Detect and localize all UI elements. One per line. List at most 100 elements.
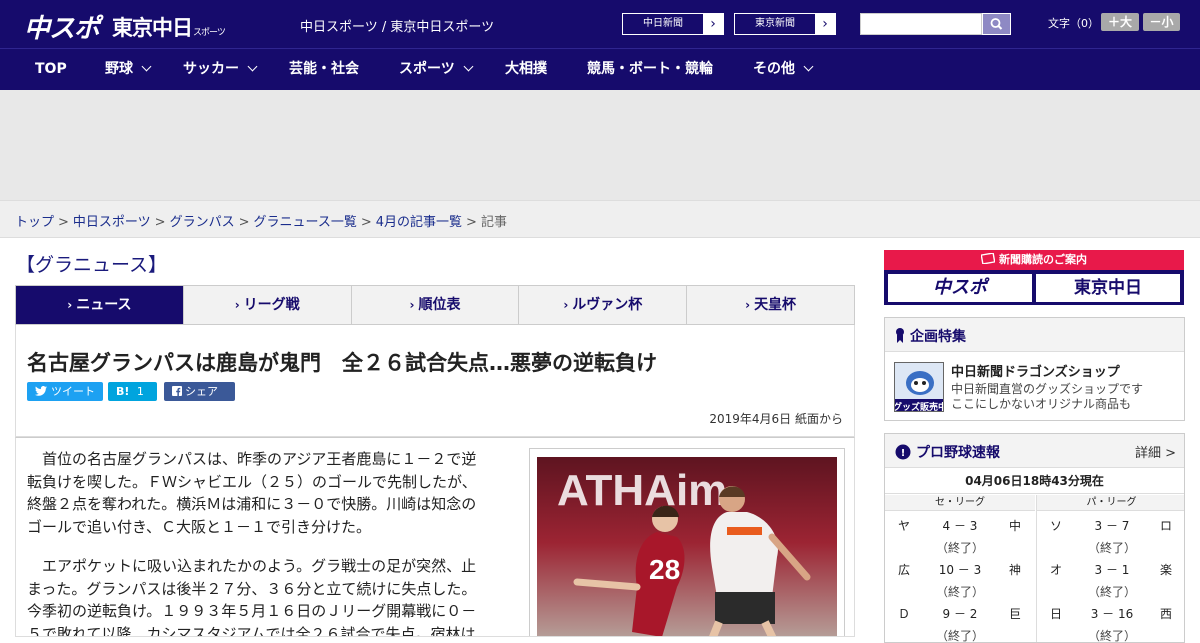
article-photo[interactable]: ATHAim 28: [537, 457, 837, 636]
scores-heading: ! プロ野球速報 詳細 >: [885, 434, 1184, 468]
breadcrumb-grampus[interactable]: グランパス: [170, 215, 235, 230]
baseball-scores: ! プロ野球速報 詳細 > 04月06日18時43分現在 セ・リーグ パ・リーグ …: [884, 433, 1185, 643]
breadcrumb-separator: >: [466, 215, 477, 230]
nav-top[interactable]: TOP: [35, 49, 67, 91]
paragraph-line: ゴールで追い付き、Ｃ大阪と１－１で引き分けた。: [27, 517, 371, 536]
nav-other[interactable]: その他: [753, 49, 814, 91]
away-team: 神: [1008, 563, 1021, 577]
newspaper-icon: [980, 252, 996, 265]
nav-sports[interactable]: スポーツ: [399, 49, 474, 91]
nav-racing[interactable]: 競馬・ボート・競輪: [587, 49, 713, 91]
away-team: 巨: [1008, 607, 1021, 621]
tab-news[interactable]: › ニュース: [16, 286, 184, 324]
feature-title[interactable]: 中日新聞ドラゴンズショップ: [951, 361, 1120, 380]
search-input[interactable]: [860, 13, 982, 35]
breadcrumb-separator: >: [238, 215, 250, 230]
game-status: （終了）: [1087, 629, 1136, 643]
chevron-right-icon: ›: [67, 298, 73, 312]
svg-text:!: !: [901, 448, 906, 459]
main-nav: TOP 野球 サッカー 芸能・社会 スポーツ 大相撲 競馬・ボート・競輪 その他: [0, 48, 1200, 90]
tokyo-shimbun-link[interactable]: 東京新聞 ›: [734, 13, 836, 35]
chunichi-shimbun-link[interactable]: 中日新聞 ›: [622, 13, 724, 35]
subscribe-tokyo-chunichi[interactable]: 東京中日: [1036, 274, 1180, 302]
shop-badge-text: グッズ販売中: [895, 401, 944, 412]
site-title[interactable]: 中日スポーツ / 東京中日スポーツ: [300, 16, 494, 35]
facebook-icon: [172, 386, 182, 396]
baseball-icon: !: [895, 444, 911, 460]
tokyo-chunichi-logo-text: 東京中日: [112, 16, 193, 40]
article-paragraph-1: 首位の名古屋グランパスは、昨季のアジア王者鹿島に１－２で逆 転負けを喫した。ＦＷ…: [27, 448, 513, 538]
tab-emperors-cup[interactable]: › 天皇杯: [687, 286, 854, 324]
tab-league[interactable]: › リーグ戦: [184, 286, 352, 324]
facebook-share-button[interactable]: シェア 7: [164, 382, 235, 417]
breadcrumb-chunichi-sports[interactable]: 中日スポーツ: [73, 215, 151, 230]
hatena-icon: B!: [116, 385, 130, 398]
breadcrumb-top[interactable]: トップ: [15, 215, 54, 230]
font-smaller-button[interactable]: －小: [1143, 13, 1180, 31]
dragons-shop-image[interactable]: グッズ販売中: [894, 362, 944, 412]
away-team: 西: [1159, 607, 1172, 621]
breadcrumb-april-list[interactable]: 4月の記事一覧: [376, 215, 462, 230]
hatena-count: 1: [136, 385, 144, 398]
central-game[interactable]: Ｄ9 － 2 巨（終了）: [885, 599, 1035, 643]
tokyo-shimbun-label: 東京新聞: [755, 18, 795, 29]
ribbon-icon: [896, 328, 904, 343]
article-paragraph-2: エアポケットに吸い込まれたかのよう。グラ戦士の足が突然、止 まった。グランパスは…: [27, 555, 513, 636]
search-button[interactable]: [982, 13, 1011, 35]
pacific-game[interactable]: ソ3 － 7 ロ（終了）: [1036, 511, 1184, 555]
player-jersey-number: 28: [649, 554, 680, 585]
scores-detail-link[interactable]: 詳細 >: [1135, 442, 1176, 461]
nav-sumo[interactable]: 大相撲: [505, 49, 547, 91]
breadcrumb-separator: >: [58, 215, 69, 230]
section-tabs: › ニュース › リーグ戦 › 順位表 › ルヴァン杯 › 天皇杯: [15, 285, 855, 325]
paragraph-line: 今季初の逆転負け。１９９３年５月１６日のＪリーグ開幕戦に０－: [27, 602, 477, 620]
ad-area: [0, 90, 1200, 200]
tweet-button[interactable]: ツイート: [27, 382, 103, 401]
pacific-league-label: パ・リーグ: [1036, 495, 1184, 511]
game-status: （終了）: [935, 629, 984, 643]
nav-entertainment[interactable]: 芸能・社会: [289, 49, 359, 91]
font-size-label: 文字（0）: [1048, 17, 1099, 30]
subscribe-chuspo[interactable]: 中スポ: [888, 274, 1032, 302]
subscription-banner[interactable]: 新聞購読のご案内 中スポ 東京中日: [884, 250, 1184, 305]
stadium-banner-text: ATHAim: [557, 466, 727, 515]
section-title: 【グラニュース】: [16, 254, 168, 276]
tokyo-chunichi-logo[interactable]: 東京中日スポーツ: [112, 12, 226, 42]
nav-other-label: その他: [753, 61, 795, 77]
tab-levain-cup-label: ルヴァン杯: [572, 297, 643, 313]
central-game[interactable]: 広 10 － 3 神（終了）: [885, 555, 1035, 599]
chevron-right-icon: ›: [234, 298, 240, 312]
breadcrumb-current: 記事: [480, 215, 507, 230]
feature-heading: 企画特集: [885, 318, 1184, 352]
chuspo-logo[interactable]: 中スポ: [24, 8, 100, 45]
pacific-game[interactable]: 日3 － 16 西（終了）: [1036, 599, 1184, 643]
paragraph-line: 転負けを喫した。ＦＷシャビエル（２５）のゴールで先制したが、: [27, 472, 477, 491]
paragraph-line: まった。グランパスは後半２７分、３６分と立て続けに失点した。: [27, 579, 477, 598]
hatena-bookmark-button[interactable]: B! 1: [108, 382, 157, 401]
pacific-game[interactable]: オ3 － 1 楽（終了）: [1036, 555, 1184, 599]
away-team: 中: [1008, 519, 1021, 533]
feature-heading-text: 企画特集: [910, 329, 966, 345]
game-status: （終了）: [935, 541, 984, 555]
away-team: ロ: [1159, 519, 1172, 533]
nav-soccer[interactable]: サッカー: [183, 49, 258, 91]
nav-baseball[interactable]: 野球: [105, 49, 152, 91]
breadcrumb-grampus-news-list[interactable]: グラニュース一覧: [254, 215, 357, 230]
away-team: 楽: [1159, 563, 1172, 577]
tab-standings[interactable]: › 順位表: [352, 286, 520, 324]
mascot-icon: グッズ販売中: [895, 363, 944, 412]
tokyo-chunichi-logo-small: スポーツ: [193, 28, 226, 38]
central-game[interactable]: ヤ4 － 3 中（終了）: [885, 511, 1035, 555]
tab-league-label: リーグ戦: [243, 297, 300, 313]
article-photo-frame: ATHAim 28: [529, 448, 845, 636]
chevron-down-icon: [141, 61, 152, 72]
nav-sports-label: スポーツ: [399, 61, 455, 77]
scores-timestamp: 04月06日18時43分現在: [885, 468, 1184, 494]
chunichi-shimbun-label: 中日新聞: [643, 18, 683, 29]
font-larger-button[interactable]: ＋大: [1101, 13, 1139, 31]
article-header: 名古屋グランパスは鹿島が鬼門 全２６試合失点…悪夢の逆転負け ツイート B! 1…: [15, 325, 855, 437]
chevron-down-icon: [803, 61, 814, 72]
tab-standings-label: 順位表: [418, 297, 461, 313]
chevron-right-icon: ›: [815, 14, 835, 34]
tab-levain-cup[interactable]: › ルヴァン杯: [519, 286, 688, 324]
